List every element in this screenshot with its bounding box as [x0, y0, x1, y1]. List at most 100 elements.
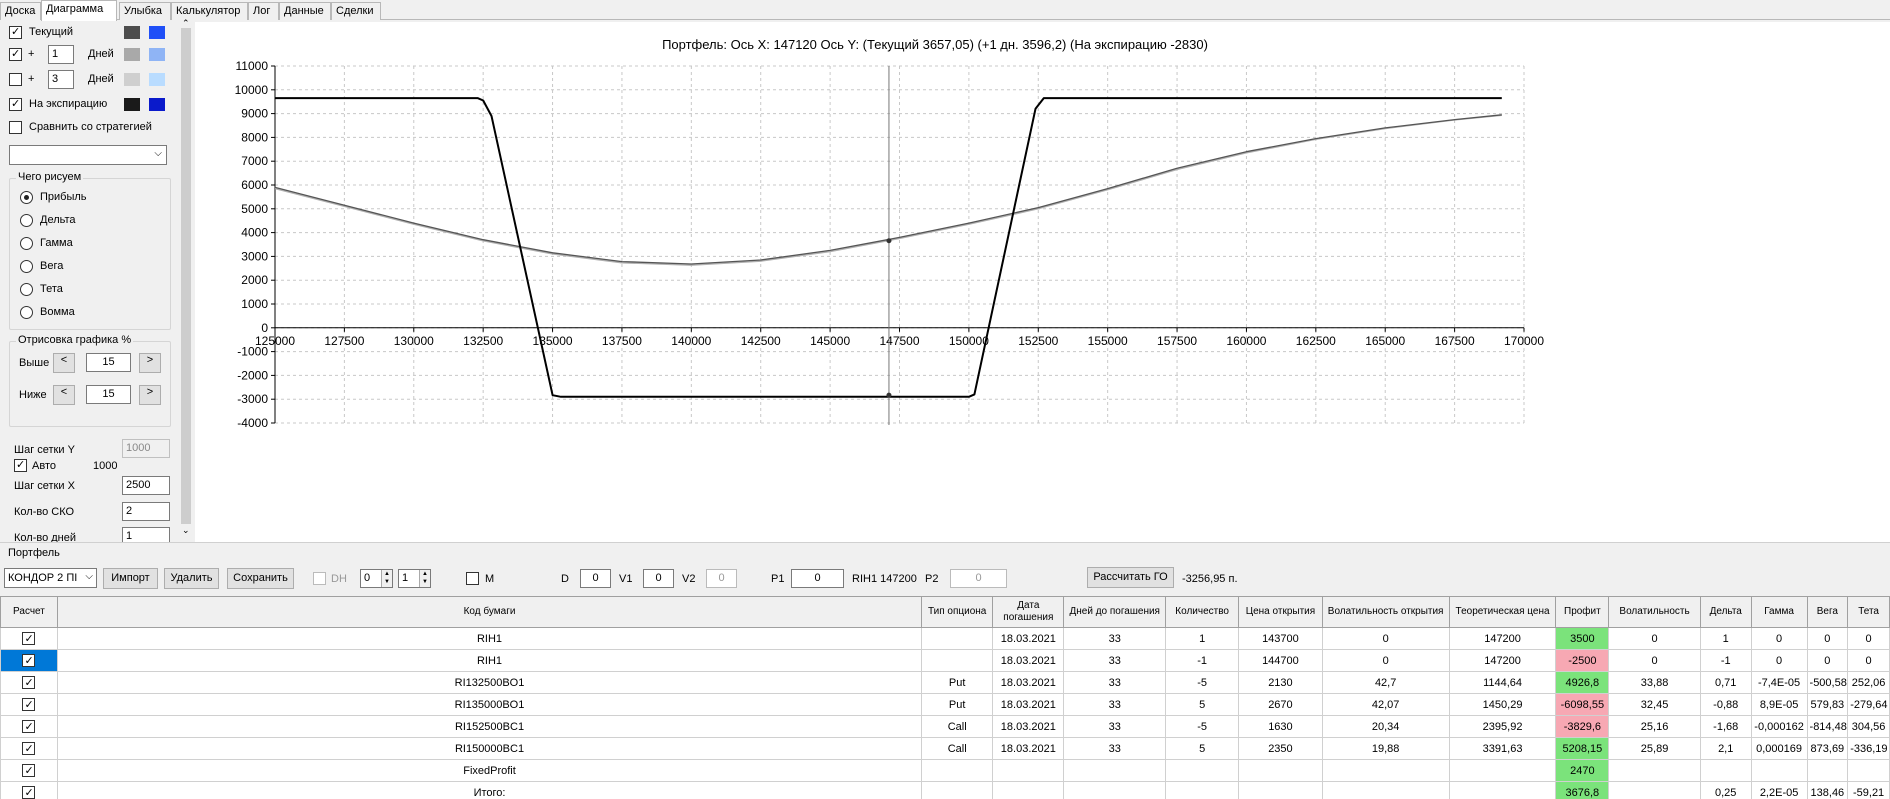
- cell-expiry-date[interactable]: 18.03.2021: [992, 627, 1065, 650]
- cell-option-type[interactable]: [921, 781, 994, 799]
- cell-vega[interactable]: -814,48: [1806, 715, 1849, 738]
- col-header-days-to-expiry[interactable]: Дней до погашения: [1063, 596, 1167, 628]
- row-calc-checkbox-cell[interactable]: [0, 737, 58, 760]
- splitter[interactable]: [0, 542, 1890, 546]
- compare-checkbox[interactable]: [9, 121, 22, 134]
- cell-gamma[interactable]: -7,4E-05: [1750, 671, 1808, 694]
- cell-theoretical-price[interactable]: 3391,63: [1448, 737, 1557, 760]
- row-calc-checkbox-cell[interactable]: [0, 781, 58, 799]
- cell-theoretical-price[interactable]: 147200: [1448, 627, 1557, 650]
- m-checkbox[interactable]: [466, 572, 479, 585]
- above-increase-button[interactable]: >: [139, 353, 161, 373]
- cell-theoretical-price[interactable]: 147200: [1448, 649, 1557, 672]
- radio-profit[interactable]: [20, 191, 33, 204]
- expiry-checkbox[interactable]: [9, 98, 22, 111]
- table-row[interactable]: RI132500BO1Put18.03.202133-5213042,71144…: [0, 671, 1890, 694]
- row-calc-checkbox-cell[interactable]: [0, 627, 58, 650]
- plus1-color-swatch-1[interactable]: [124, 48, 140, 61]
- cell-profit[interactable]: 3500: [1555, 627, 1610, 650]
- cell-profit[interactable]: -2500: [1555, 649, 1610, 672]
- p1-input[interactable]: 0: [791, 569, 844, 588]
- cell-open-volatility[interactable]: [1321, 781, 1450, 799]
- table-row[interactable]: Итого: 3676,8 0,252,2E-05138,46-59,21: [0, 781, 1890, 799]
- above-input[interactable]: 15: [86, 353, 131, 372]
- col-header-quantity[interactable]: Количество: [1165, 596, 1240, 628]
- cell-gamma[interactable]: 8,9E-05: [1750, 693, 1808, 716]
- cell-delta[interactable]: -1: [1699, 649, 1752, 672]
- cell-theta[interactable]: 0: [1847, 649, 1890, 672]
- col-header-option-type[interactable]: Тип опциона: [921, 596, 994, 628]
- cell-gamma[interactable]: -0,000162: [1750, 715, 1808, 738]
- cell-gamma[interactable]: 0: [1750, 649, 1808, 672]
- scrollbar-thumb[interactable]: [181, 28, 191, 524]
- plus1-days-input[interactable]: 1: [48, 45, 74, 64]
- auto-checkbox[interactable]: [14, 459, 27, 472]
- row-calc-checkbox[interactable]: [22, 742, 36, 755]
- radio-theta[interactable]: [20, 283, 33, 296]
- cell-delta[interactable]: -0,88: [1699, 693, 1752, 716]
- cell-gamma[interactable]: 0: [1750, 627, 1808, 650]
- cell-expiry-date[interactable]: 18.03.2021: [992, 715, 1065, 738]
- cell-theoretical-price[interactable]: 1450,29: [1448, 693, 1557, 716]
- cell-profit[interactable]: -6098,55: [1555, 693, 1610, 716]
- cell-quantity[interactable]: -5: [1165, 671, 1240, 694]
- current-color-swatch-1[interactable]: [124, 26, 140, 39]
- current-checkbox[interactable]: [9, 26, 22, 39]
- cell-profit[interactable]: 3676,8: [1555, 781, 1610, 799]
- cell-days-to-expiry[interactable]: [1063, 781, 1167, 799]
- table-row[interactable]: RIH118.03.202133-11447000147200-25000-10…: [0, 649, 1890, 672]
- col-header-vega[interactable]: Вега: [1806, 596, 1849, 628]
- tab-log[interactable]: Лог: [248, 2, 279, 20]
- row-calc-checkbox[interactable]: [22, 764, 36, 777]
- cell-option-type[interactable]: [921, 627, 994, 650]
- cell-profit[interactable]: 4926,8: [1555, 671, 1610, 694]
- cell-days-to-expiry[interactable]: 33: [1063, 715, 1167, 738]
- cell-expiry-date[interactable]: 18.03.2021: [992, 693, 1065, 716]
- row-calc-checkbox-cell[interactable]: [0, 759, 58, 782]
- cell-days-to-expiry[interactable]: 33: [1063, 671, 1167, 694]
- spin-arrows-icon[interactable]: ▲ ▼: [381, 570, 392, 587]
- row-calc-checkbox[interactable]: [22, 786, 36, 799]
- cell-delta[interactable]: 2,1: [1699, 737, 1752, 760]
- cell-quantity[interactable]: 1: [1165, 627, 1240, 650]
- cell-theta[interactable]: 304,56: [1847, 715, 1890, 738]
- col-header-gamma[interactable]: Гамма: [1750, 596, 1808, 628]
- cell-code[interactable]: RI135000BO1: [56, 693, 923, 716]
- cell-volatility[interactable]: 0: [1608, 649, 1701, 672]
- cell-theoretical-price[interactable]: [1448, 781, 1557, 799]
- scroll-down-icon[interactable]: ⌄: [182, 525, 190, 536]
- cell-vega[interactable]: 873,69: [1806, 737, 1849, 760]
- plus1-checkbox[interactable]: [9, 48, 22, 61]
- cell-open-price[interactable]: 1630: [1238, 715, 1323, 738]
- save-button[interactable]: Сохранить: [227, 568, 294, 589]
- cell-quantity[interactable]: 5: [1165, 693, 1240, 716]
- cell-theta[interactable]: -279,64: [1847, 693, 1890, 716]
- cell-days-to-expiry[interactable]: 33: [1063, 737, 1167, 760]
- cell-code[interactable]: RI150000BC1: [56, 737, 923, 760]
- col-header-calc[interactable]: Расчет: [0, 596, 58, 628]
- radio-vega[interactable]: [20, 260, 33, 273]
- cell-option-type[interactable]: Put: [921, 671, 994, 694]
- cell-volatility[interactable]: 0: [1608, 627, 1701, 650]
- plus1-color-swatch-2[interactable]: [149, 48, 165, 61]
- cell-expiry-date[interactable]: 18.03.2021: [992, 737, 1065, 760]
- cell-delta[interactable]: [1699, 759, 1752, 782]
- col-header-theta[interactable]: Тета: [1847, 596, 1890, 628]
- tab-deals[interactable]: Сделки: [331, 2, 381, 20]
- spin-input-2[interactable]: 1 ▲ ▼: [398, 569, 431, 588]
- col-header-open-volatility[interactable]: Волатильность открытия: [1321, 596, 1450, 628]
- cell-theta[interactable]: 0: [1847, 627, 1890, 650]
- v2-input[interactable]: 0: [706, 569, 737, 588]
- cell-open-volatility[interactable]: 20,34: [1321, 715, 1450, 738]
- plus3-checkbox[interactable]: [9, 73, 22, 86]
- row-calc-checkbox-cell[interactable]: [0, 649, 58, 672]
- col-header-theoretical-price[interactable]: Теоретическая цена: [1448, 596, 1557, 628]
- row-calc-checkbox-cell[interactable]: [0, 715, 58, 738]
- cell-gamma[interactable]: 0,000169: [1750, 737, 1808, 760]
- table-row[interactable]: RI150000BC1Call18.03.2021335235019,88339…: [0, 737, 1890, 760]
- d-input[interactable]: 0: [580, 569, 611, 588]
- below-increase-button[interactable]: >: [139, 385, 161, 405]
- plus3-days-input[interactable]: 3: [48, 70, 74, 89]
- cell-profit[interactable]: 5208,15: [1555, 737, 1610, 760]
- radio-delta[interactable]: [20, 214, 33, 227]
